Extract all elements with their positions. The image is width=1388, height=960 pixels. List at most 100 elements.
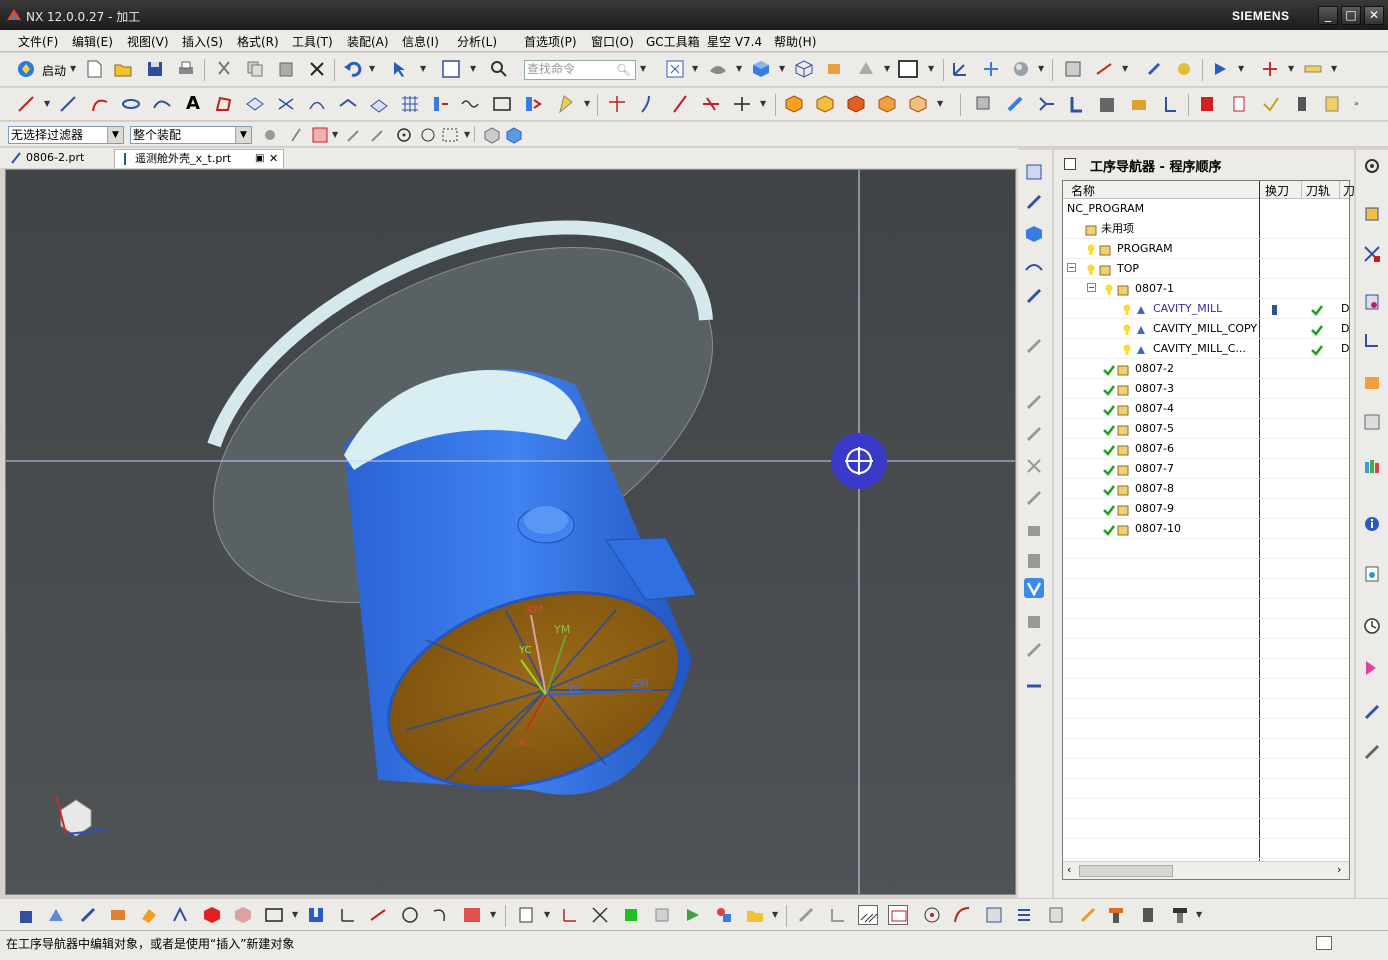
verify-toolpath-icon[interactable] [1261, 94, 1281, 114]
scope-select[interactable]: 整个装配 ▼ [130, 126, 252, 144]
snap-end-icon[interactable] [344, 125, 364, 145]
retract-icon[interactable] [828, 905, 848, 925]
block-icon[interactable] [784, 94, 804, 114]
scroll-thumb[interactable] [1079, 865, 1173, 877]
machine-tool-navigator-icon[interactable] [1362, 742, 1382, 762]
grid-dropdown-icon[interactable]: ▼ [1288, 59, 1296, 79]
create-tool-icon[interactable] [46, 905, 66, 925]
create-geometry-icon[interactable] [1024, 224, 1044, 244]
line-icon[interactable] [16, 94, 36, 114]
boolean-subtract-icon[interactable] [877, 94, 897, 114]
curve-path-icon[interactable] [952, 905, 972, 925]
reuse-library-icon[interactable] [1362, 330, 1382, 350]
split-curve-icon[interactable] [639, 94, 659, 114]
tree-row-nc-program[interactable]: NC_PROGRAM [1063, 199, 1349, 219]
menu-view[interactable]: 视图(V) [127, 33, 169, 50]
xt-export-icon[interactable] [462, 905, 482, 925]
rectangle-icon[interactable] [492, 94, 512, 114]
tree-row-0807-6[interactable]: 0807-6 [1063, 439, 1349, 459]
tool-dropdown-icon[interactable]: ▼ [1196, 905, 1204, 925]
menu-gc-toolbox[interactable]: GC工具箱 [646, 33, 700, 50]
collapse-icon[interactable]: − [1067, 263, 1076, 272]
undo-icon[interactable] [343, 59, 363, 79]
tool-check-icon[interactable] [1024, 550, 1044, 570]
ruler-icon[interactable] [1303, 59, 1323, 79]
cylinder-icon[interactable] [815, 94, 835, 114]
menu-preferences[interactable]: 首选项(P) [524, 33, 577, 50]
column-name[interactable]: 名称 [1071, 182, 1095, 199]
menu-xingkong[interactable]: 星空 V7.4 [707, 33, 762, 50]
transform-icon[interactable] [1174, 59, 1194, 79]
assembly-navigator-icon[interactable] [1362, 204, 1382, 224]
xyz-axis-icon[interactable] [590, 905, 610, 925]
offset-curve-icon[interactable] [276, 94, 296, 114]
arc-tool-icon[interactable] [430, 905, 450, 925]
part-navigator-icon[interactable] [1362, 292, 1382, 312]
tool-axis-icon[interactable] [1160, 94, 1180, 114]
rect-select-icon[interactable] [440, 125, 460, 145]
scroll-right-icon[interactable]: › [1337, 863, 1341, 876]
background-dropdown-icon[interactable]: ▼ [928, 59, 936, 79]
navigator-tree[interactable]: 名称 换刀 刀轨 刀 NC_PROGRAM 未用项 PROGRAM − TOP … [1062, 180, 1355, 880]
simulate-icon[interactable] [1024, 610, 1044, 630]
tab-0806-2[interactable]: 0806-2.prt [6, 149, 112, 168]
rectangle-frame-icon[interactable] [264, 905, 284, 925]
trim-curve-icon[interactable] [607, 94, 627, 114]
arrow-tool-icon[interactable] [683, 905, 703, 925]
save-icon[interactable] [145, 59, 165, 79]
mesh-icon[interactable] [400, 94, 420, 114]
section-view-icon[interactable] [856, 59, 876, 79]
orange-tool-icon[interactable] [1106, 905, 1126, 925]
roles-icon[interactable] [1362, 702, 1382, 722]
fixture-icon[interactable] [1129, 94, 1149, 114]
horizontal-scrollbar[interactable]: ‹ › [1063, 861, 1349, 879]
minimize-button[interactable]: _ [1318, 6, 1338, 25]
clock-icon[interactable] [1362, 616, 1382, 636]
web-browser-icon[interactable] [1362, 412, 1382, 432]
grid-icon[interactable] [1260, 59, 1280, 79]
settings-gear-icon[interactable] [1362, 156, 1382, 176]
post-process-icon[interactable] [1198, 94, 1218, 114]
play-icon[interactable] [1210, 59, 1230, 79]
sheet-icon[interactable] [516, 905, 536, 925]
snap-quadrant-icon[interactable] [418, 125, 438, 145]
mill-contour-icon[interactable] [170, 905, 190, 925]
operation-list-icon[interactable] [1014, 905, 1034, 925]
line-dropdown-icon[interactable]: ▼ [44, 94, 52, 114]
snap-point-icon[interactable] [288, 125, 308, 145]
plane-icon[interactable] [245, 94, 265, 114]
polygon-icon[interactable] [214, 94, 234, 114]
menu-format[interactable]: 格式(R) [237, 33, 279, 50]
measure-icon[interactable] [1094, 59, 1114, 79]
sphere-icon[interactable] [1011, 59, 1031, 79]
point-dropdown-icon[interactable]: ▼ [332, 125, 340, 145]
wcs-orient-icon[interactable] [981, 59, 1001, 79]
menu-window[interactable]: 窗口(O) [591, 33, 634, 50]
filter-reset-icon[interactable] [260, 125, 280, 145]
pink-cube-icon[interactable] [233, 905, 253, 925]
basic-line-icon[interactable] [58, 94, 78, 114]
open-folder-icon[interactable] [113, 59, 133, 79]
snap-mid-icon[interactable] [368, 125, 388, 145]
wcs-icon[interactable] [950, 59, 970, 79]
wireframe-cube-icon[interactable] [794, 59, 814, 79]
collapse-icon[interactable]: − [1087, 283, 1096, 292]
fit-dropdown-icon[interactable]: ▼ [692, 59, 700, 79]
spindle-tool-icon[interactable] [1170, 905, 1190, 925]
multi-cube-icon[interactable] [714, 905, 734, 925]
tree-row-top[interactable]: − TOP [1063, 259, 1349, 279]
shop-doc-icon[interactable] [1230, 94, 1250, 114]
tree-row-0807-7[interactable]: 0807-7 [1063, 459, 1349, 479]
create-operation-icon[interactable] [1024, 286, 1044, 306]
create-geometry-icon[interactable] [78, 905, 98, 925]
circle-icon[interactable] [400, 905, 420, 925]
check-toolpath-icon[interactable] [796, 905, 816, 925]
tab-close-icon[interactable]: ✕ [269, 150, 278, 168]
scroll-left-icon[interactable]: ‹ [1067, 863, 1071, 876]
boundary-region-icon[interactable] [888, 905, 908, 925]
tab-active-part[interactable]: 遥测舱外壳_x_t.prt ▣ ✕ [114, 149, 284, 168]
wcs-dynamic-icon[interactable] [338, 905, 358, 925]
edit-toolpath-icon[interactable] [1024, 456, 1044, 476]
menu-insert[interactable]: 插入(S) [182, 33, 223, 50]
yellow-folder-icon[interactable] [745, 905, 765, 925]
